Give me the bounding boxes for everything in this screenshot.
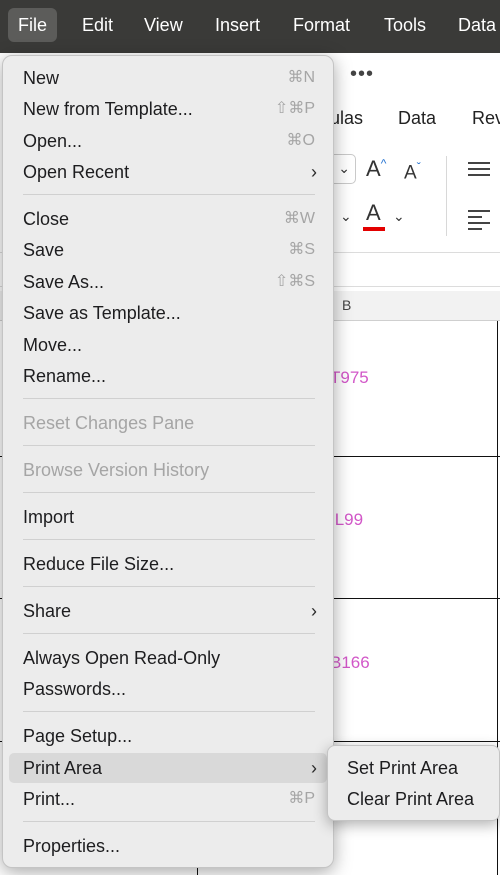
- align-left-icon[interactable]: [468, 210, 490, 234]
- menu-separator: [23, 539, 315, 540]
- menubar-format[interactable]: Format: [283, 8, 360, 42]
- tab-formulas[interactable]: ulas: [330, 108, 363, 129]
- menubar-tools[interactable]: Tools: [374, 8, 436, 42]
- menu-item-label: Rename...: [23, 366, 107, 386]
- menu-item-label: New from Template...: [23, 99, 193, 119]
- menu-item-label: Import: [23, 507, 75, 527]
- menu-item-label: Page Setup...: [23, 726, 133, 746]
- font-color-icon[interactable]: A: [366, 200, 381, 226]
- menu-item-save-as[interactable]: Save As... ⇧⌘S: [9, 267, 327, 297]
- increase-font-size-icon[interactable]: A^: [366, 156, 386, 182]
- menubar-view[interactable]: View: [134, 8, 193, 42]
- menu-item-clear-print-area[interactable]: Clear Print Area: [334, 784, 496, 814]
- cell-b3[interactable]: B166: [330, 653, 370, 673]
- menu-item-label: Close: [23, 209, 70, 229]
- chevron-down-icon[interactable]: ⌄: [393, 208, 405, 225]
- chevron-right-icon: ›: [311, 758, 317, 778]
- menubar-file[interactable]: File: [8, 8, 58, 42]
- shortcut-label: ⇧⌘S: [274, 273, 315, 290]
- menu-item-new[interactable]: New ⌘N: [9, 63, 327, 93]
- cell-b2[interactable]: IL99: [330, 510, 363, 530]
- menu-item-set-print-area[interactable]: Set Print Area: [334, 753, 496, 783]
- menu-item-print-area[interactable]: Print Area ›: [9, 753, 327, 783]
- menubar-edit[interactable]: Edit: [72, 8, 123, 42]
- menu-bar: File Edit View Insert Format Tools Data: [0, 0, 500, 53]
- menu-item-label: New: [23, 68, 60, 88]
- menubar-insert[interactable]: Insert: [205, 8, 270, 42]
- ribbon-divider: [446, 156, 447, 236]
- menu-separator: [23, 586, 315, 587]
- decrease-font-size-icon[interactable]: Aˇ: [404, 160, 421, 184]
- menu-item-share[interactable]: Share ›: [9, 596, 327, 626]
- menu-separator: [23, 633, 315, 634]
- menu-item-label: Reduce File Size...: [23, 554, 175, 574]
- menu-item-label: Share: [23, 601, 72, 621]
- shortcut-label: ⌘S: [288, 241, 315, 258]
- cell-b1[interactable]: T975: [330, 368, 369, 388]
- shortcut-label: ⇧⌘P: [274, 100, 315, 117]
- menu-item-label: Always Open Read-Only: [23, 648, 221, 668]
- align-top-icon[interactable]: [468, 162, 490, 180]
- menu-item-label: Browse Version History: [23, 460, 210, 480]
- menu-item-properties[interactable]: Properties...: [9, 831, 327, 861]
- shortcut-label: ⌘N: [287, 69, 315, 86]
- chevron-down-icon: ⌄: [338, 160, 350, 176]
- menu-item-passwords[interactable]: Passwords...: [9, 674, 327, 704]
- menu-item-label: Save As...: [23, 272, 105, 292]
- grow-font-label: A: [366, 156, 381, 181]
- menu-item-new-from-template[interactable]: New from Template... ⇧⌘P: [9, 94, 327, 124]
- font-color-swatch: [363, 227, 385, 231]
- menu-item-rename[interactable]: Rename...: [9, 361, 327, 391]
- menu-item-label: Save: [23, 240, 65, 260]
- menu-item-open[interactable]: Open... ⌘O: [9, 126, 327, 156]
- shrink-font-label: A: [404, 162, 417, 184]
- menu-item-open-recent[interactable]: Open Recent ›: [9, 157, 327, 187]
- menu-item-label: Reset Changes Pane: [23, 413, 195, 433]
- menu-separator: [23, 492, 315, 493]
- ellipsis-icon[interactable]: •••: [350, 63, 374, 86]
- menu-separator: [23, 194, 315, 195]
- menu-item-import[interactable]: Import: [9, 502, 327, 532]
- tab-data[interactable]: Data: [398, 108, 436, 129]
- menubar-data[interactable]: Data: [448, 8, 500, 42]
- menu-item-page-setup[interactable]: Page Setup...: [9, 721, 327, 751]
- chevron-down-icon[interactable]: ⌄: [340, 208, 352, 225]
- tab-review[interactable]: Rev: [472, 108, 500, 129]
- menu-item-save-as-template[interactable]: Save as Template...: [9, 298, 327, 328]
- shortcut-label: ⌘O: [286, 132, 315, 149]
- menu-item-label: Move...: [23, 335, 83, 355]
- menu-item-always-open-read-only[interactable]: Always Open Read-Only: [9, 643, 327, 673]
- chevron-right-icon: ›: [311, 601, 317, 621]
- menu-item-label: Print...: [23, 789, 76, 809]
- chevron-right-icon: ›: [311, 162, 317, 182]
- menu-item-browse-version-history: Browse Version History: [9, 455, 327, 485]
- menu-item-reduce-file-size[interactable]: Reduce File Size...: [9, 549, 327, 579]
- menu-item-label: Open Recent: [23, 162, 130, 182]
- print-area-submenu: Set Print Area Clear Print Area: [327, 745, 500, 821]
- menu-item-close[interactable]: Close ⌘W: [9, 204, 327, 234]
- menu-item-label: Save as Template...: [23, 303, 181, 323]
- menu-item-label: Passwords...: [23, 679, 127, 699]
- menu-item-reset-changes-pane: Reset Changes Pane: [9, 408, 327, 438]
- menu-item-print[interactable]: Print... ⌘P: [9, 784, 327, 814]
- menu-item-label: Print Area: [23, 758, 103, 778]
- menu-separator: [23, 398, 315, 399]
- menu-item-save[interactable]: Save ⌘S: [9, 235, 327, 265]
- column-header-b[interactable]: B: [342, 297, 351, 313]
- menu-item-label: Open...: [23, 131, 83, 151]
- menu-separator: [23, 821, 315, 822]
- file-menu: New ⌘N New from Template... ⇧⌘P Open... ⌘O …: [2, 55, 334, 868]
- shortcut-label: ⌘P: [288, 790, 315, 807]
- menu-separator: [23, 445, 315, 446]
- menu-separator: [23, 711, 315, 712]
- menu-item-move[interactable]: Move...: [9, 330, 327, 360]
- shortcut-label: ⌘W: [283, 210, 315, 227]
- menu-item-label: Properties...: [23, 836, 121, 856]
